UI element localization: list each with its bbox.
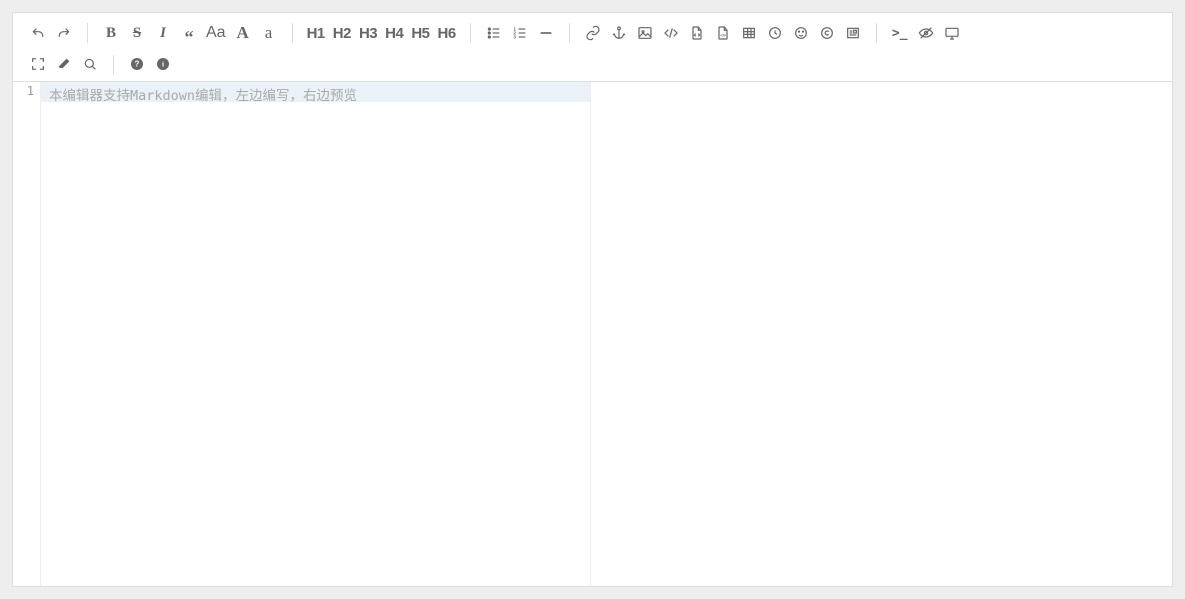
quote-button[interactable]: “ xyxy=(176,19,202,47)
separator xyxy=(470,23,471,43)
eraser-icon xyxy=(56,56,72,72)
markdown-editor: B S I “ Aa A a H1 H2 H3 H4 H5 H6 xyxy=(12,12,1173,587)
image-icon xyxy=(637,25,653,41)
copyright-icon xyxy=(819,25,835,41)
undo-icon xyxy=(30,25,46,41)
monitor-icon xyxy=(944,25,960,41)
file-code-icon xyxy=(689,25,705,41)
time-button[interactable] xyxy=(762,19,788,47)
hr-button[interactable] xyxy=(533,19,559,47)
table-icon xyxy=(741,25,757,41)
goto-line-button[interactable]: >_ xyxy=(887,19,913,47)
search-icon xyxy=(82,56,98,72)
emoji-button[interactable] xyxy=(788,19,814,47)
list-ol-icon: 123 xyxy=(512,25,528,41)
file-html-icon: </> xyxy=(715,25,731,41)
ordered-list-button[interactable]: 123 xyxy=(507,19,533,47)
redo-button[interactable] xyxy=(51,19,77,47)
fullscreen-button[interactable] xyxy=(25,50,51,78)
italic-button[interactable]: I xyxy=(150,19,176,47)
separator xyxy=(569,23,570,43)
eye-off-icon xyxy=(918,25,934,41)
unordered-list-button[interactable] xyxy=(481,19,507,47)
undo-button[interactable] xyxy=(25,19,51,47)
newspaper-icon xyxy=(845,25,861,41)
info-button[interactable]: i xyxy=(150,50,176,78)
codeblock-button[interactable] xyxy=(684,19,710,47)
h5-button[interactable]: H5 xyxy=(407,19,433,47)
list-ul-icon xyxy=(486,25,502,41)
svg-text:</>: </> xyxy=(720,32,726,37)
h2-button[interactable]: H2 xyxy=(329,19,355,47)
h4-button[interactable]: H4 xyxy=(381,19,407,47)
help-button[interactable]: ? xyxy=(124,50,150,78)
bold-button[interactable]: B xyxy=(98,19,124,47)
code-icon xyxy=(663,25,679,41)
html-button[interactable]: </> xyxy=(710,19,736,47)
watch-button[interactable] xyxy=(913,19,939,47)
preview-button[interactable] xyxy=(939,19,965,47)
separator xyxy=(292,23,293,43)
textcase-button[interactable]: Aa xyxy=(202,19,230,47)
source-pane xyxy=(41,82,591,586)
clock-icon xyxy=(767,25,783,41)
preview-pane xyxy=(591,82,1172,586)
code-button[interactable] xyxy=(658,19,684,47)
help-icon: ? xyxy=(129,56,145,72)
toolbar: B S I “ Aa A a H1 H2 H3 H4 H5 H6 xyxy=(13,13,1172,82)
h1-button[interactable]: H1 xyxy=(303,19,329,47)
svg-text:?: ? xyxy=(135,60,140,69)
minus-icon xyxy=(538,25,554,41)
editor-panes: 1 xyxy=(13,82,1172,586)
link-icon xyxy=(585,25,601,41)
separator xyxy=(113,55,114,75)
image-button[interactable] xyxy=(632,19,658,47)
link-button[interactable] xyxy=(580,19,606,47)
separator xyxy=(876,23,877,43)
clear-button[interactable] xyxy=(51,50,77,78)
anchor-button[interactable] xyxy=(606,19,632,47)
separator xyxy=(87,23,88,43)
copyright-button[interactable] xyxy=(814,19,840,47)
h6-button[interactable]: H6 xyxy=(434,19,460,47)
search-button[interactable] xyxy=(77,50,103,78)
markdown-input[interactable] xyxy=(41,82,590,586)
redo-icon xyxy=(56,25,72,41)
info-icon: i xyxy=(155,56,171,72)
table-button[interactable] xyxy=(736,19,762,47)
anchor-icon xyxy=(611,25,627,41)
svg-text:i: i xyxy=(162,60,164,69)
fullscreen-icon xyxy=(30,56,46,72)
lowercase-button[interactable]: a xyxy=(256,19,282,47)
svg-text:3: 3 xyxy=(513,34,516,39)
pagebreak-button[interactable] xyxy=(840,19,866,47)
strikethrough-button[interactable]: S xyxy=(124,19,150,47)
line-number: 1 xyxy=(13,84,34,98)
h3-button[interactable]: H3 xyxy=(355,19,381,47)
uppercase-button[interactable]: A xyxy=(230,19,256,47)
smile-icon xyxy=(793,25,809,41)
line-gutter: 1 xyxy=(13,82,41,586)
